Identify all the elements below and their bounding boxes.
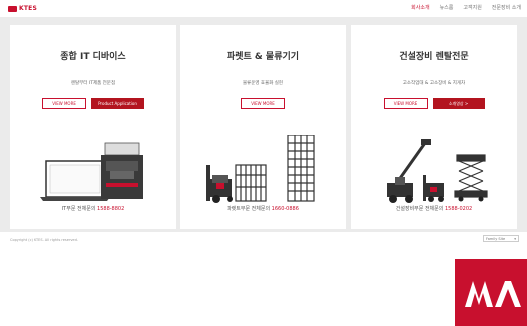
tel-label: 건설장비부문 전체문의 (395, 206, 444, 212)
nav-item-newsroom[interactable]: 뉴스룸 (440, 4, 454, 11)
nav-item-equipment[interactable]: 전문장비 소개 (492, 4, 521, 11)
family-site-select[interactable]: Family Site ▾ (483, 235, 519, 242)
card-subtitle: 물류운영 효율화 실현 (242, 81, 284, 86)
card-buttons: VIEW MORE 소개영상 > (351, 98, 517, 109)
card-title: 종합 IT 디바이스 (60, 52, 126, 62)
header-bar: KTES 회사소개 뉴스룸 고객지원 전문장비 소개 (0, 0, 527, 18)
laptop-icon (40, 160, 110, 201)
card-tel: 건설장비부문 전체문의 1588-0202 (351, 205, 517, 212)
view-more-button[interactable]: VIEW MORE (42, 98, 87, 109)
watermark-logo-icon (455, 259, 527, 326)
tall-pallet-stack-icon (287, 135, 315, 202)
tel-label: IT부문 전체문의 (61, 206, 96, 212)
printer-icon (101, 142, 143, 199)
view-more-button[interactable]: VIEW MORE (241, 98, 285, 109)
view-more-button[interactable]: VIEW MORE (383, 98, 428, 109)
tel-number[interactable]: 1588-8802 (97, 206, 124, 212)
logo-text: KTES (19, 5, 37, 12)
card-buttons: VIEW MORE (180, 98, 346, 109)
card-title: 파렛트 & 물류기기 (226, 52, 300, 62)
brand-logo[interactable]: KTES (8, 4, 37, 13)
card-tel: 파렛트부문 전체문의 1660-0886 (180, 205, 346, 212)
tel-number[interactable]: 1660-0886 (272, 206, 299, 212)
nav-item-company[interactable]: 회사소개 (411, 4, 429, 11)
business-card-pallet: 파렛트 & 물류기기 물류운영 효율화 실현 VIEW MORE 파렛트부문 전… (180, 25, 346, 229)
family-site-select-value: Family Site (486, 236, 506, 241)
card-subtitle: 렌탈부터 IT제품 전문점 (70, 81, 116, 86)
main-nav: 회사소개 뉴스룸 고객지원 전문장비 소개 (411, 4, 521, 11)
nav-item-support[interactable]: 고객지원 (463, 4, 481, 11)
tel-label: 파렛트부문 전체문의 (227, 206, 271, 212)
forklift-icon (206, 165, 233, 203)
forklift-icon (423, 175, 444, 202)
tel-number[interactable]: 1588-0202 (445, 206, 472, 212)
chevron-down-icon: ▾ (514, 236, 516, 241)
business-card-it: 종합 IT 디바이스 렌탈부터 IT제품 전문점 VIEW MORE Produ… (10, 25, 176, 229)
intro-video-button[interactable]: 소개영상 > (432, 98, 485, 109)
pallet-stack-icon (235, 164, 267, 202)
business-card-construction: 건설장비 렌탈전문 고소작업대 & 고소장비 & 지게차 VIEW MORE 소… (351, 25, 517, 229)
logo-mark-icon (8, 5, 17, 12)
footer-copyright: Copyright (c) KTES. All rights reserved. (10, 238, 78, 242)
scissor-lift-icon (454, 154, 488, 202)
card-buttons: VIEW MORE Product Application (10, 98, 176, 109)
card-title: 건설장비 렌탈전문 (399, 52, 469, 62)
card-tel: IT부문 전체문의 1588-8802 (10, 205, 176, 212)
card-subtitle: 고소작업대 & 고소장비 & 지게차 (402, 81, 466, 86)
product-application-button[interactable]: Product Application (91, 98, 144, 109)
